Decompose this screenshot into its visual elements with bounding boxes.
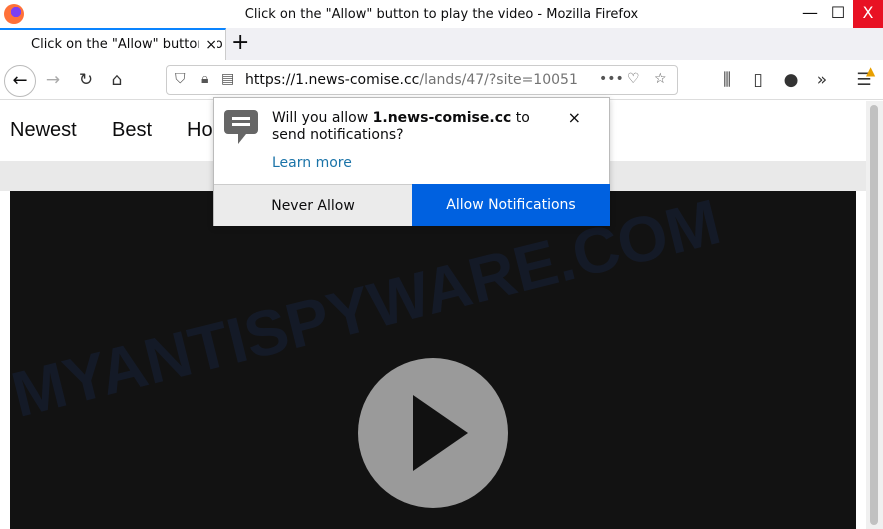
minimize-button[interactable]: —: [795, 0, 825, 28]
bookmark-star-icon[interactable]: ☆: [654, 71, 667, 87]
library-icon[interactable]: ⫼: [715, 68, 739, 92]
tab-close-icon[interactable]: ×: [199, 30, 217, 60]
notification-permission-popup: Will you allow 1.news-comise.cc to send …: [213, 97, 610, 226]
overflow-menu-icon[interactable]: »: [810, 68, 834, 92]
nav-link-best[interactable]: Best: [112, 119, 152, 142]
popup-message: Will you allow 1.news-comise.cc to send …: [272, 110, 532, 144]
page-actions-icon[interactable]: •••: [599, 71, 624, 87]
tab-title: Click on the "Allow" button to play the …: [31, 37, 225, 52]
pocket-icon[interactable]: ♡: [627, 71, 640, 87]
nav-link-newest[interactable]: Newest: [10, 119, 77, 142]
forward-button[interactable]: →: [41, 68, 65, 92]
lock-icon[interactable]: 🔒︎: [201, 71, 208, 87]
maximize-button[interactable]: ☐: [823, 0, 853, 28]
chat-bubble-icon: [224, 110, 258, 144]
reload-button[interactable]: ↻: [74, 68, 98, 92]
play-icon[interactable]: [358, 358, 508, 508]
tracking-shield-icon[interactable]: ⛉: [175, 71, 186, 87]
never-allow-button[interactable]: Never Allow: [214, 184, 412, 226]
back-button[interactable]: ←: [4, 65, 36, 97]
window-title: Click on the "Allow" button to play the …: [244, 7, 639, 22]
allow-notifications-button[interactable]: Allow Notifications: [412, 184, 610, 226]
navigation-toolbar: ← → ↻ ⌂ ⛉ 🔒︎ ▤ https://1.news-comise.cc/…: [0, 60, 883, 100]
title-bar: Click on the "Allow" button to play the …: [0, 0, 883, 28]
url-bar[interactable]: ⛉ 🔒︎ ▤ https://1.news-comise.cc/lands/47…: [166, 65, 678, 95]
popup-close-icon[interactable]: ×: [568, 108, 581, 127]
close-window-button[interactable]: X: [853, 0, 883, 28]
notification-permission-icon[interactable]: ▤: [221, 71, 234, 87]
video-player[interactable]: [10, 191, 856, 529]
url-text[interactable]: https://1.news-comise.cc/lands/47/?site=…: [245, 72, 605, 88]
url-path: /lands/47/?site=10051: [419, 72, 578, 88]
sidebar-icon[interactable]: ▯: [746, 68, 770, 92]
scrollbar[interactable]: [866, 101, 883, 529]
popup-domain: 1.news-comise.cc: [372, 110, 512, 126]
home-button[interactable]: ⌂: [105, 68, 129, 92]
firefox-logo-icon: [4, 4, 24, 24]
warning-icon: ▲: [866, 64, 876, 78]
tab-bar: Click on the "Allow" button to play the …: [0, 28, 883, 60]
url-host: https://1.news-comise.cc: [245, 72, 420, 88]
msg-prefix: Will you allow: [272, 110, 373, 126]
scrollbar-thumb[interactable]: [870, 105, 878, 525]
tab-active[interactable]: Click on the "Allow" button to play the …: [0, 28, 226, 60]
new-tab-button[interactable]: +: [231, 30, 249, 56]
learn-more-link[interactable]: Learn more: [272, 155, 352, 171]
account-icon[interactable]: ●: [779, 68, 803, 92]
nav-link-home[interactable]: Ho: [187, 119, 213, 142]
